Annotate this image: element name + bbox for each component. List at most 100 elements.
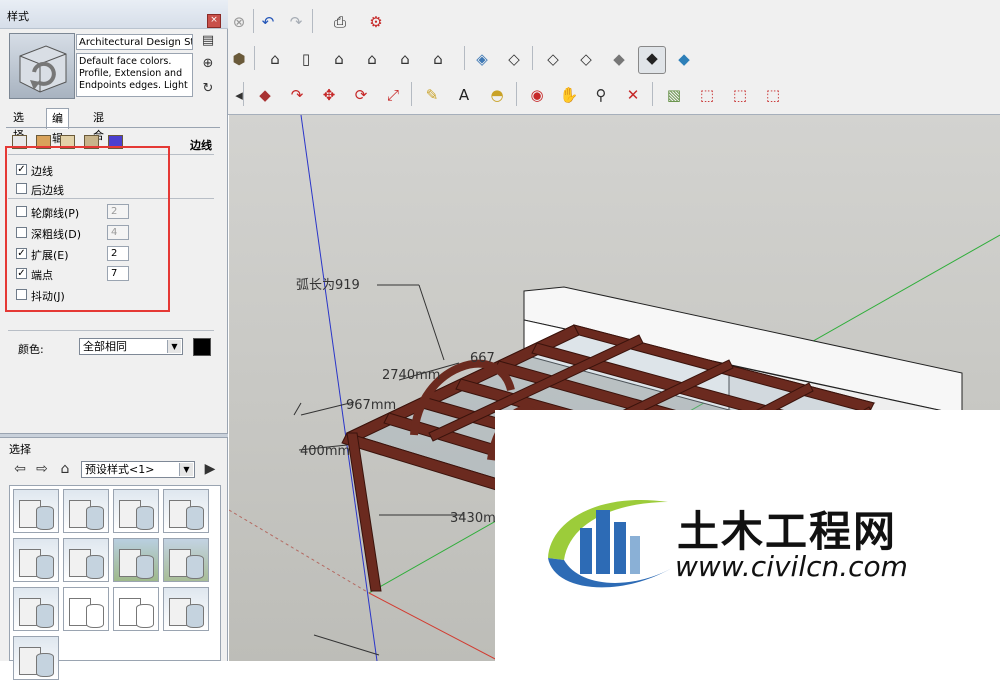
cut-icon[interactable]: ⊗ (228, 11, 250, 33)
chevron-down-icon: ▼ (167, 340, 181, 353)
details-arrow-icon[interactable]: ▶ (202, 461, 218, 477)
shaded-with-textures-icon[interactable]: ◆ (638, 46, 666, 74)
toolbar-separator (312, 9, 313, 33)
monochrome-icon[interactable]: ◆ (673, 48, 695, 70)
update-style-icon[interactable]: ↻ (200, 81, 216, 97)
chevron-down-icon: ▼ (179, 463, 193, 476)
color-divider (8, 330, 214, 331)
paint-bucket-icon[interactable]: ◓ (486, 84, 508, 106)
front-view-icon[interactable]: ⌂ (328, 48, 350, 70)
shaded-icon[interactable]: ◆ (608, 48, 630, 70)
close-button[interactable]: × (207, 14, 221, 28)
back-edges-icon[interactable]: ◇ (503, 48, 525, 70)
style-thumbnail[interactable] (63, 489, 109, 533)
select-pane-title: 选择 (9, 443, 31, 456)
style-thumbnail[interactable] (113, 538, 159, 582)
top-view-icon[interactable]: ▯ (295, 48, 317, 70)
forward-arrow-icon[interactable]: ⇨ (34, 461, 50, 477)
style-thumbnail[interactable] (13, 587, 59, 631)
color-mode-select[interactable]: 全部相同 ▼ (79, 338, 183, 355)
share-component-icon[interactable]: ⬚ (762, 84, 784, 106)
model-info-icon[interactable]: ⚙ (365, 11, 387, 33)
style-thumbnail[interactable] (13, 489, 59, 533)
dim-667: 667 (470, 351, 495, 366)
undo-icon[interactable]: ↶ (257, 11, 279, 33)
style-thumbnail[interactable] (13, 636, 59, 680)
watermark-url: www.civilcn.com (675, 550, 908, 583)
red-axis-negative (229, 509, 370, 594)
style-name-field[interactable]: Architectural Design Style (76, 34, 193, 50)
tab-edit[interactable]: 编辑 (46, 108, 69, 145)
tab-select[interactable]: 选择 (8, 109, 29, 142)
pane-splitter[interactable] (0, 433, 228, 438)
dim-967: 967mm (346, 398, 396, 413)
toolbar-separator (652, 82, 653, 106)
back-arrow-icon[interactable]: ⇦ (12, 461, 28, 477)
watermark-logo-block: 土木工程网 www.civilcn.com (495, 410, 1000, 661)
toolbar-area: ⊗ ↶ ↷ ⎙ ⚙ ⬢ ⌂ ▯ ⌂ ⌂ ⌂ ⌂ ◈ ◇ ◇ ◇ ◆ ◆ ◆ ◂ … (228, 0, 1000, 115)
toolbar-separator (532, 46, 533, 70)
tape-measure-icon[interactable]: ✎ (421, 84, 443, 106)
style-thumbnail[interactable] (113, 587, 159, 631)
style-thumbnail[interactable] (163, 489, 209, 533)
blue-axis (300, 115, 378, 661)
style-thumbnail[interactable] (13, 538, 59, 582)
dim-400: 400mm (300, 444, 350, 459)
toolbar-separator (411, 82, 412, 106)
edge-color-swatch[interactable] (193, 338, 211, 356)
pan-icon[interactable]: ✋ (558, 84, 580, 106)
panel-title: 样式 (7, 10, 29, 23)
home-icon[interactable]: ⌂ (57, 461, 73, 477)
panel-titlebar[interactable]: 样式 × (0, 0, 228, 29)
google-earth-icon[interactable]: ▧ (663, 84, 685, 106)
zoom-icon[interactable]: ⚲ (590, 84, 612, 106)
right-view-icon[interactable]: ⌂ (361, 48, 383, 70)
redo-icon[interactable]: ↷ (285, 11, 307, 33)
style-preview-icon (19, 45, 67, 93)
share-model-icon[interactable]: ⬚ (729, 84, 751, 106)
style-thumbnail-grid (9, 485, 221, 680)
toolbar-separator (254, 46, 255, 70)
zoom-extents-icon[interactable]: ✕ (622, 84, 644, 106)
follow-me-icon[interactable]: ↷ (286, 84, 308, 106)
tab-mix[interactable]: 混合 (88, 109, 109, 142)
print-icon[interactable]: ⎙ (329, 11, 351, 33)
back-view-icon[interactable]: ⌂ (394, 48, 416, 70)
style-thumbnail[interactable] (163, 538, 209, 582)
color-label: 颜色: (18, 343, 44, 356)
style-thumbnail[interactable] (163, 587, 209, 631)
style-thumbnail[interactable] (63, 587, 109, 631)
style-thumbnail[interactable] (113, 489, 159, 533)
styles-panel: 样式 × Architectural Design Style Default … (0, 0, 228, 680)
style-description-field[interactable]: Default face colors. Profile, Extension … (76, 53, 193, 97)
push-pull-icon[interactable]: ◆ (254, 84, 276, 106)
toolbar-separator (243, 82, 244, 106)
dim-2740: 2740mm (382, 368, 440, 383)
display-secondary-pane-icon[interactable]: ▤ (200, 33, 216, 49)
dimension-text-icon[interactable]: A (453, 84, 475, 106)
style-preview-thumbnail[interactable] (9, 33, 75, 99)
red-axis (368, 592, 500, 661)
toolbar-separator (516, 82, 517, 106)
views-icon[interactable]: ⬢ (228, 48, 250, 70)
color-mode-value: 全部相同 (83, 340, 127, 353)
orbit-icon[interactable]: ◉ (526, 84, 548, 106)
style-library-select[interactable]: 预设样式<1> ▼ (81, 461, 195, 478)
wireframe-icon[interactable]: ◇ (542, 48, 564, 70)
get-models-icon[interactable]: ⬚ (696, 84, 718, 106)
create-new-style-icon[interactable]: ⊕ (200, 56, 216, 72)
move-icon[interactable]: ✥ (318, 84, 340, 106)
section-title: 边线 (190, 139, 212, 152)
iso-view-icon[interactable]: ⌂ (264, 48, 286, 70)
toolbar-separator (464, 46, 465, 70)
hidden-line-icon[interactable]: ◇ (575, 48, 597, 70)
style-library-value: 预设样式<1> (85, 463, 155, 476)
xray-icon[interactable]: ◈ (471, 48, 493, 70)
rotate-icon[interactable]: ⟳ (350, 84, 372, 106)
tab-divider (6, 127, 220, 128)
style-thumbnail[interactable] (63, 538, 109, 582)
dropdown-arrow-icon[interactable]: ◂ (228, 84, 250, 106)
left-view-icon[interactable]: ⌂ (427, 48, 449, 70)
scale-icon[interactable]: ⤢ (382, 84, 404, 106)
civilcn-logo-icon (548, 499, 672, 588)
